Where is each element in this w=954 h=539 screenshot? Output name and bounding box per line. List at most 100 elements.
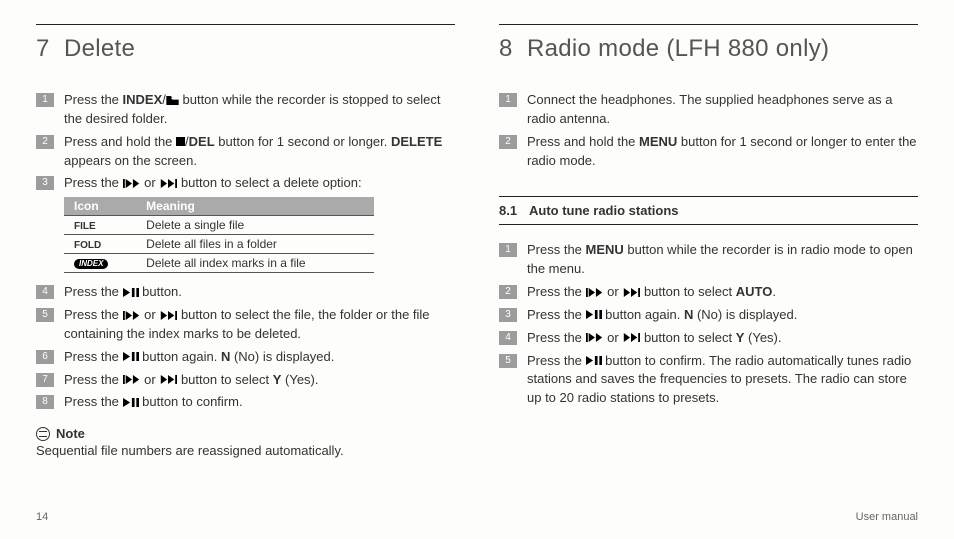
page-number: 14 [36, 511, 48, 523]
subsection-title: Auto tune radio stations [529, 203, 679, 218]
radio-intro-steps: 1 Connect the headphones. The supplied he… [499, 91, 918, 170]
section-number: 7 [36, 35, 64, 63]
step-number: 1 [36, 93, 54, 107]
delete-steps-a: 1 Press the INDEX/ button while the recor… [36, 91, 455, 193]
prev-icon [123, 311, 141, 320]
step-text: Press the button to confirm. [64, 393, 455, 412]
right-column: 8Radio mode (LFH 880 only) 1 Connect the … [499, 24, 918, 499]
next-icon [622, 288, 640, 297]
section-title: Delete [64, 35, 135, 62]
section-number: 8 [499, 35, 527, 63]
step-text: Press the or button to select Y (Yes). [527, 329, 918, 348]
step-text: Connect the headphones. The supplied hea… [527, 91, 918, 129]
stop-icon [176, 137, 185, 146]
step: 3 Press the or button to select a delete … [36, 174, 455, 193]
section-8-heading: 8Radio mode (LFH 880 only) [499, 35, 918, 63]
step-number: 4 [499, 331, 517, 345]
prev-icon [586, 333, 604, 342]
next-icon [622, 333, 640, 342]
step-text: Press the button to confirm. The radio a… [527, 352, 918, 409]
icon-table-body: FILEDelete a single fileFOLDDelete all f… [64, 216, 374, 273]
step-number: 4 [36, 285, 54, 299]
table-row: FILEDelete a single file [64, 216, 374, 235]
auto-tune-steps: 1 Press the MENU button while the recorde… [499, 241, 918, 408]
step-text: Press the or button to select Y (Yes). [64, 371, 455, 390]
step: 5 Press the button to confirm. The radio … [499, 352, 918, 409]
next-icon [159, 375, 177, 384]
step: 4 Press the or button to select Y (Yes). [499, 329, 918, 348]
step: 5 Press the or button to select the file,… [36, 306, 455, 344]
note-text: Sequential file numbers are reassigned a… [36, 443, 455, 458]
prev-icon [586, 288, 604, 297]
note-icon [36, 427, 50, 441]
icon-meaning-table: Icon Meaning FILEDelete a single fileFOL… [64, 197, 374, 273]
step-number: 5 [36, 308, 54, 322]
meaning-cell: Delete all files in a folder [136, 235, 374, 254]
step-text: Press and hold the /DEL button for 1 sec… [64, 133, 455, 171]
step-number: 1 [499, 243, 517, 257]
icon-cell: FILE [64, 216, 136, 235]
page-footer: 14 User manual [0, 511, 954, 539]
step-number: 5 [499, 354, 517, 368]
playpause-icon [586, 310, 602, 319]
step: 3 Press the button again. N (No) is displ… [499, 306, 918, 325]
step: 6 Press the button again. N (No) is displ… [36, 348, 455, 367]
step-text: Press the button. [64, 283, 455, 302]
note-heading: Note [36, 426, 455, 441]
table-row: INDEX Delete all index marks in a file [64, 254, 374, 273]
icon-cell: FOLD [64, 235, 136, 254]
step: 2 Press and hold the MENU button for 1 se… [499, 133, 918, 171]
step-number: 8 [36, 395, 54, 409]
top-rule [499, 24, 918, 25]
step-number: 1 [499, 93, 517, 107]
section-7-heading: 7Delete [36, 35, 455, 63]
step-text: Press the button again. N (No) is displa… [64, 348, 455, 367]
step: 1 Press the MENU button while the recorde… [499, 241, 918, 279]
step: 2 Press the or button to select AUTO. [499, 283, 918, 302]
top-rule [36, 24, 455, 25]
step: 1 Press the INDEX/ button while the recor… [36, 91, 455, 129]
playpause-icon [586, 356, 602, 365]
table-head-meaning: Meaning [136, 197, 374, 216]
step-number: 3 [499, 308, 517, 322]
subsection-heading: 8.1Auto tune radio stations [499, 196, 918, 225]
left-column: 7Delete 1Press the INDEX/ button while t… [36, 24, 455, 499]
delete-steps-b: 4 Press the button. 5 Press the or button t… [36, 283, 455, 412]
table-row: FOLDDelete all files in a folder [64, 235, 374, 254]
folder-icon [166, 96, 179, 105]
meaning-cell: Delete a single file [136, 216, 374, 235]
section-title: Radio mode (LFH 880 only) [527, 35, 829, 62]
prev-icon [123, 179, 141, 188]
note-label: Note [56, 426, 85, 441]
step-number: 6 [36, 350, 54, 364]
step-number: 2 [499, 135, 517, 149]
step-number: 7 [36, 373, 54, 387]
step-number: 3 [36, 176, 54, 190]
table-head-icon: Icon [64, 197, 136, 216]
step-text: Press the MENU button while the recorder… [527, 241, 918, 279]
next-icon [159, 311, 177, 320]
step-text: Press and hold the MENU button for 1 sec… [527, 133, 918, 171]
playpause-icon [123, 288, 139, 297]
step-text: Press the button again. N (No) is displa… [527, 306, 918, 325]
step-text: Press the or button to select the file, … [64, 306, 455, 344]
step: 4 Press the button. [36, 283, 455, 302]
playpause-icon [123, 352, 139, 361]
step-text: Press the or button to select AUTO. [527, 283, 918, 302]
playpause-icon [123, 398, 139, 407]
step: 7 Press the or button to select Y (Yes). [36, 371, 455, 390]
next-icon [159, 179, 177, 188]
step-text: Press the or button to select a delete o… [64, 174, 455, 193]
step: 1 Connect the headphones. The supplied he… [499, 91, 918, 129]
icon-cell: INDEX [64, 254, 136, 273]
index-pill-icon: INDEX [74, 259, 108, 269]
meaning-cell: Delete all index marks in a file [136, 254, 374, 273]
footer-label: User manual [856, 511, 918, 523]
subsection-number: 8.1 [499, 203, 529, 218]
prev-icon [123, 375, 141, 384]
step: 8 Press the button to confirm. [36, 393, 455, 412]
step-number: 2 [36, 135, 54, 149]
step: 2 Press and hold the /DEL button for 1 se… [36, 133, 455, 171]
step-text: Press the INDEX/ button while the record… [64, 91, 455, 129]
step-number: 2 [499, 285, 517, 299]
